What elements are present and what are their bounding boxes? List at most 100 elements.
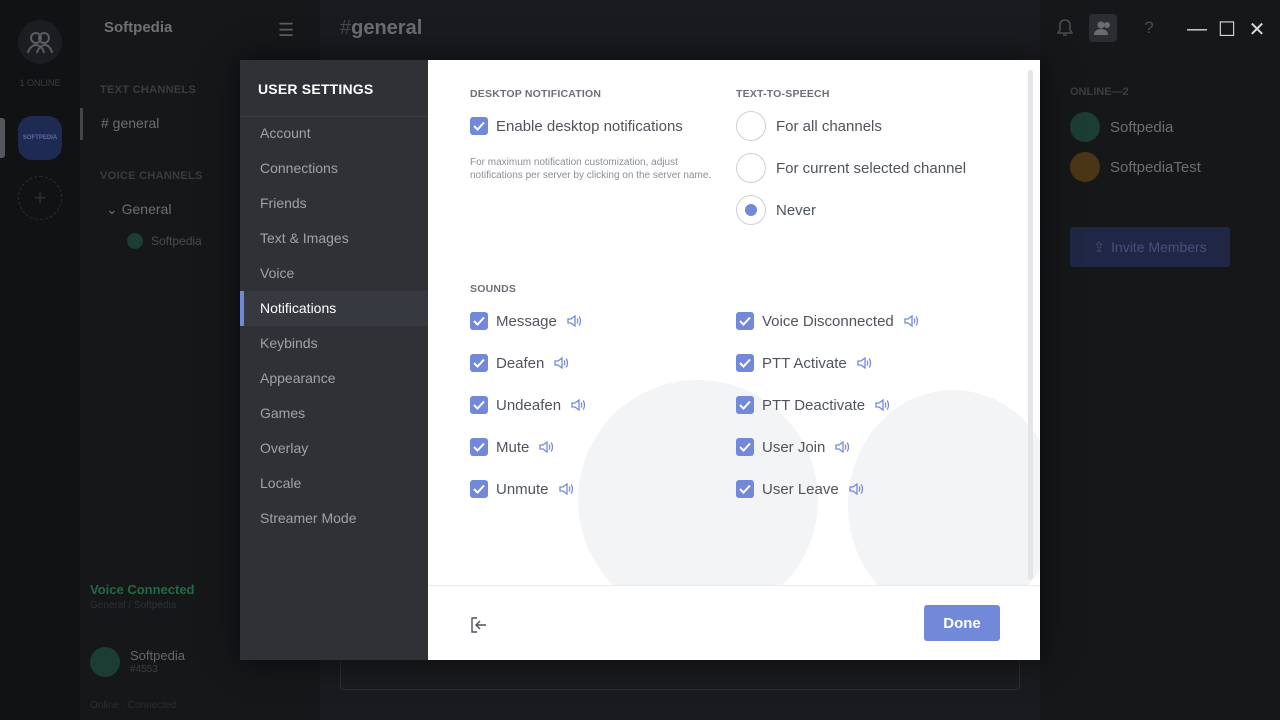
tts-option-never[interactable]: Never (736, 194, 816, 226)
speaker-icon[interactable] (848, 482, 864, 496)
member-item[interactable]: Softpedia (1070, 112, 1173, 142)
channel-title: #general (340, 17, 422, 40)
speaker-icon[interactable] (903, 314, 919, 328)
sound-deafen-checkbox[interactable]: Deafen (470, 352, 569, 374)
logout-icon[interactable] (470, 616, 488, 634)
server-icon-softpedia[interactable]: SOFTPEDIA (18, 116, 62, 160)
sound-mute-checkbox[interactable]: Mute (470, 436, 554, 458)
sound-label: Deafen (496, 354, 545, 372)
sound-label: Message (496, 312, 557, 330)
invite-icon: ⇪ (1093, 238, 1106, 255)
friends-icon[interactable] (18, 20, 62, 64)
tts-option-all-channels[interactable]: For all channels (736, 110, 882, 142)
watermark-shape (578, 380, 818, 620)
checkbox[interactable] (470, 354, 488, 372)
avatar (127, 233, 143, 249)
footer-text: Online · Connected (90, 700, 177, 711)
settings-sidebar: USER SETTINGS Account Connections Friends T… (240, 60, 428, 660)
speaker-icon[interactable] (834, 440, 850, 454)
checkbox[interactable] (470, 117, 488, 135)
checkbox[interactable] (736, 438, 754, 456)
speaker-icon[interactable] (570, 398, 586, 412)
voice-channels-label: VOICE CHANNELS (100, 170, 203, 182)
tts-option-current-channel[interactable]: For current selected channel (736, 152, 966, 184)
member-name: Softpedia (1110, 118, 1174, 136)
close-button[interactable]: ✕ (1242, 14, 1272, 44)
sound-unmute-checkbox[interactable]: Unmute (470, 478, 574, 500)
sidebar-item-text-images[interactable]: Text & Images (240, 221, 428, 256)
voice-connected-sub: General / Softpedia (90, 600, 177, 611)
settings-footer: Done (428, 585, 1040, 660)
scrollbar[interactable] (1028, 70, 1033, 580)
members-toggle-icon[interactable] (1089, 14, 1117, 42)
bell-icon[interactable] (1051, 14, 1079, 42)
member-list: ONLINE—2 Softpedia SoftpediaTest ⇪ Invite… (1040, 0, 1280, 720)
member-name: SoftpediaTest (1110, 158, 1201, 176)
speaker-icon[interactable] (538, 440, 554, 454)
checkbox[interactable] (470, 396, 488, 414)
sound-ptt-activate-checkbox[interactable]: PTT Activate (736, 352, 872, 374)
sidebar-item-locale[interactable]: Locale (240, 466, 428, 501)
sound-label: Unmute (496, 480, 549, 498)
sidebar-item-friends[interactable]: Friends (240, 186, 428, 221)
menu-icon[interactable]: ☰ (278, 20, 294, 41)
voice-channel-general[interactable]: ⌄ General (106, 201, 171, 218)
sidebar-item-streamer-mode[interactable]: Streamer Mode (240, 501, 428, 536)
sound-voice-disconnected-checkbox[interactable]: Voice Disconnected (736, 310, 919, 332)
speaker-icon[interactable] (553, 356, 569, 370)
checkbox[interactable] (736, 396, 754, 414)
speaker-icon[interactable] (566, 314, 582, 328)
user-settings-modal: USER SETTINGS Account Connections Friends T… (240, 60, 1040, 660)
minimize-button[interactable]: — (1182, 14, 1212, 44)
radio[interactable] (736, 111, 766, 141)
member-item[interactable]: SoftpediaTest (1070, 152, 1201, 182)
enable-desktop-notifications-label: Enable desktop notifications (496, 117, 683, 135)
speaker-icon[interactable] (874, 398, 890, 412)
checkbox[interactable] (736, 312, 754, 330)
help-icon[interactable]: ? (1135, 14, 1163, 42)
sound-ptt-deactivate-checkbox[interactable]: PTT Deactivate (736, 394, 890, 416)
sidebar-item-games[interactable]: Games (240, 396, 428, 431)
checkbox[interactable] (736, 354, 754, 372)
voice-user[interactable]: Softpedia (127, 233, 202, 249)
sounds-header: SOUNDS (470, 283, 517, 295)
radio[interactable] (736, 195, 766, 225)
sound-label: PTT Deactivate (762, 396, 866, 414)
sidebar-item-notifications[interactable]: Notifications (240, 291, 428, 326)
enable-desktop-notifications-checkbox[interactable]: Enable desktop notifications (470, 115, 683, 137)
done-button[interactable]: Done (924, 605, 1000, 641)
add-server-button[interactable]: + (18, 176, 62, 220)
sidebar-item-account[interactable]: Account (240, 116, 428, 151)
sound-label: User Leave (762, 480, 839, 498)
sound-user-leave-checkbox[interactable]: User Leave (736, 478, 864, 500)
checkbox[interactable] (470, 312, 488, 330)
checkbox[interactable] (470, 480, 488, 498)
sidebar-item-appearance[interactable]: Appearance (240, 361, 428, 396)
checkbox[interactable] (470, 438, 488, 456)
sound-undeafen-checkbox[interactable]: Undeafen (470, 394, 586, 416)
radio-label: For current selected channel (776, 159, 967, 177)
chevron-down-icon: ⌄ (106, 201, 122, 217)
user-tag: #4553 (130, 664, 158, 675)
invite-members-button[interactable]: ⇪ Invite Members (1070, 227, 1230, 267)
server-name: Softpedia (104, 19, 173, 36)
checkbox[interactable] (736, 480, 754, 498)
avatar[interactable] (90, 647, 120, 677)
radio-label: Never (776, 201, 817, 219)
online-count: 1 ONLINE (19, 78, 61, 88)
sidebar-item-voice[interactable]: Voice (240, 256, 428, 291)
sidebar-item-keybinds[interactable]: Keybinds (240, 326, 428, 361)
sound-label: Voice Disconnected (762, 312, 894, 330)
sound-label: Undeafen (496, 396, 562, 414)
sidebar-item-connections[interactable]: Connections (240, 151, 428, 186)
sound-user-join-checkbox[interactable]: User Join (736, 436, 850, 458)
speaker-icon[interactable] (558, 482, 574, 496)
radio[interactable] (736, 153, 766, 183)
radio-label: For all channels (776, 117, 882, 135)
sidebar-item-overlay[interactable]: Overlay (240, 431, 428, 466)
sound-label: Mute (496, 438, 530, 456)
sound-message-checkbox[interactable]: Message (470, 310, 582, 332)
maximize-button[interactable]: ☐ (1212, 14, 1242, 44)
settings-title: USER SETTINGS (258, 81, 374, 97)
speaker-icon[interactable] (856, 356, 872, 370)
